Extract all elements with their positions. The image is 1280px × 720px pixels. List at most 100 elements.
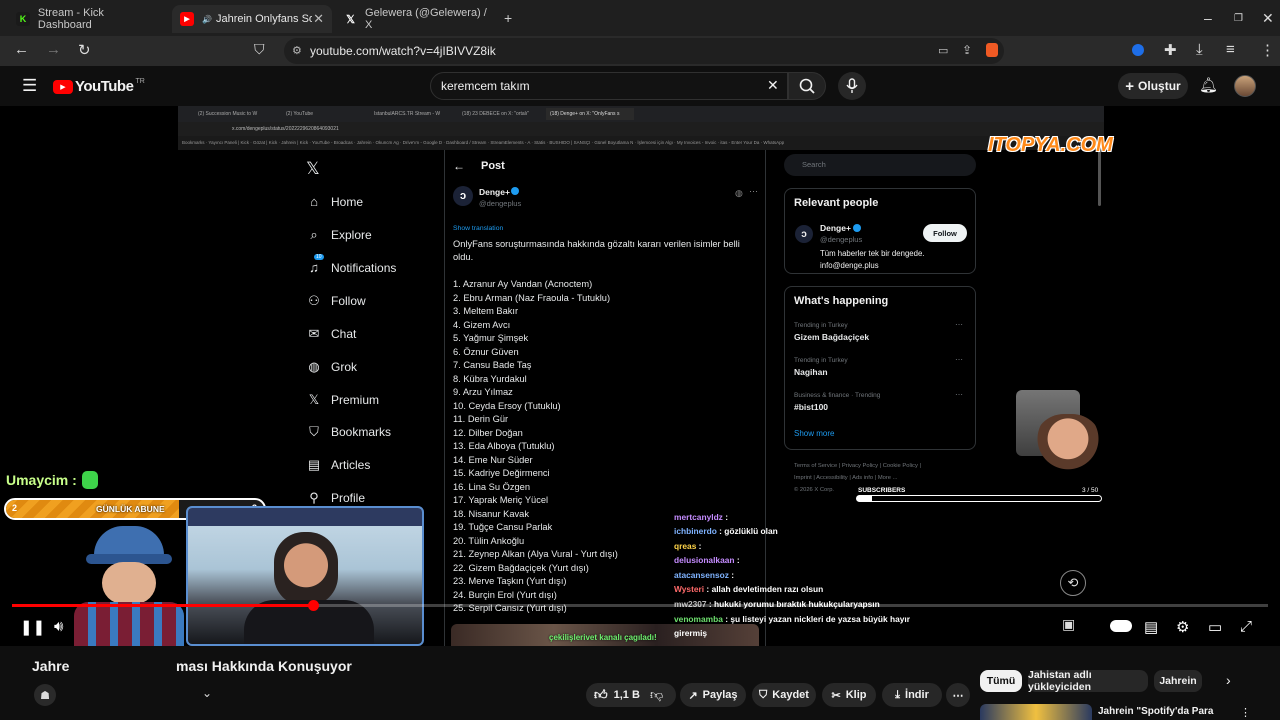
youtube-icon: ▶: [180, 12, 194, 26]
bell-icon: ♫ 10: [309, 254, 324, 275]
channel-avatar[interactable]: ☗: [34, 684, 56, 706]
restore-icon[interactable]: ❐: [1234, 13, 1243, 24]
brave-shield-icon[interactable]: [986, 43, 998, 57]
miniplayer-overlay-icon[interactable]: ⟲: [1060, 570, 1086, 596]
browser-tab-x[interactable]: 𝕏 Gelewera (@Gelewera) / X: [336, 5, 496, 33]
clip-button[interactable]: ✂ Klip: [822, 683, 876, 707]
cast-icon[interactable]: ▭: [938, 44, 948, 57]
chip-all[interactable]: Tümü: [980, 670, 1022, 692]
subscribers-label: SUBSCRIBERS: [858, 487, 906, 494]
whats-happening-card: What's happening Trending in Turkey Gize…: [784, 286, 976, 450]
chip-jahrein[interactable]: Jahrein: [1154, 670, 1202, 692]
x-nav-profile: ⚲ Profile: [306, 490, 365, 506]
post-name-line: 6. Öznur Güven: [453, 346, 519, 357]
save-button[interactable]: ⛉ Kaydet: [752, 683, 816, 707]
volume-icon[interactable]: 🔊︎: [54, 618, 63, 635]
autoplay-toggle[interactable]: [1110, 620, 1132, 632]
footer-link: Terms of Service: [794, 463, 838, 469]
thumbs-down-icon[interactable]: 👎︎: [650, 687, 663, 703]
x-nav-label: Grok: [331, 360, 358, 374]
footer-copyright: © 2026 X Corp.: [794, 487, 835, 493]
chat-separator: :: [704, 584, 712, 594]
more-options-icon: ⋯: [749, 186, 758, 196]
video-progress-bar[interactable]: [12, 600, 1268, 611]
miniplayer-icon[interactable]: ▭: [1208, 618, 1222, 636]
search-button[interactable]: [788, 72, 826, 100]
home-icon: ⌂: [310, 194, 318, 209]
recommended-more-icon[interactable]: ⋮: [1240, 706, 1251, 719]
youtube-logo[interactable]: ▶ YouTube TR: [53, 78, 145, 95]
x-icon: 𝕏: [346, 13, 355, 26]
follow-person-icon: ⚇: [308, 293, 320, 308]
minimize-icon[interactable]: –: [1204, 10, 1212, 26]
download-button[interactable]: ⤓ İndir: [882, 683, 942, 707]
video-player[interactable]: (2) Succession Music to W (2) YouTube Is…: [0, 106, 1280, 646]
extension-icon[interactable]: [1132, 44, 1144, 56]
video-title-left: Jahre: [32, 658, 70, 674]
download-icon[interactable]: ⤓: [1196, 41, 1203, 58]
post-name-line: 18. Nisanur Kavak: [453, 508, 529, 519]
notifications-bell-icon[interactable]: 🔔︎: [1199, 76, 1218, 94]
post-name-line: 21. Zeynep Alkan (Alya Vural - Yurt dışı…: [453, 549, 618, 559]
chips-next-icon[interactable]: ›: [1226, 672, 1231, 688]
more-actions-button[interactable]: ⋯: [946, 683, 970, 707]
trend-more-icon: ⋯: [955, 390, 963, 399]
extensions-puzzle-icon[interactable]: ✚: [1164, 41, 1177, 59]
post-intro-line: oldu.: [453, 252, 474, 262]
settings-gear-icon[interactable]: ⚙: [1176, 618, 1189, 636]
browser-menu-icon[interactable]: ⋮: [1260, 41, 1275, 59]
bookmark-icon[interactable]: ⛉: [254, 41, 265, 58]
inner-address-bar: x.com/dengeplus/status/20222296208640930…: [178, 122, 1104, 136]
subtitles-icon[interactable]: ▤: [1144, 618, 1158, 636]
site-info-icon[interactable]: ⚙: [292, 44, 302, 57]
streamer-mini-avatar: [1034, 414, 1102, 476]
browser-tab-kick[interactable]: K Stream - Kick Dashboard: [8, 5, 168, 33]
x-search-placeholder: Search: [802, 160, 826, 169]
chat-username: venomamba: [674, 614, 723, 624]
recommended-thumbnail[interactable]: [980, 704, 1092, 720]
x-nav-chat: ✉ Chat: [306, 326, 357, 342]
video-info-area: Jahre ması Hakkında Konuşuyor ☗ ⌄ 👍︎ 1,1…: [0, 646, 1280, 720]
articles-icon: ▤: [307, 457, 321, 472]
browser-toolbar: ← → ↻ ⛉ ⚙ youtube.com/watch?v=4jIBIVVZ8i…: [0, 36, 1280, 66]
post-name-line: 10. Ceyda Ersoy (Tutuklu): [453, 400, 561, 411]
voice-search-button[interactable]: [838, 72, 866, 100]
verified-badge-icon: [511, 187, 519, 195]
chat-username: delusionalkaan: [674, 555, 735, 565]
reload-icon[interactable]: ↻: [78, 41, 91, 59]
share-button[interactable]: ↗ Paylaş: [680, 683, 746, 707]
x-nav-label: Notifications: [331, 260, 397, 275]
trend-name: Nagihan: [794, 367, 828, 377]
post-name-line: 16. Lina Su Özgen: [453, 481, 531, 492]
back-icon[interactable]: ←: [14, 41, 29, 58]
media-control-icon[interactable]: ≡: [1226, 41, 1235, 58]
address-bar[interactable]: ⚙ youtube.com/watch?v=4jIBIVVZ8ik ▭ ⇪: [284, 38, 1004, 64]
sub-goal-current: 2: [12, 503, 18, 513]
fullscreen-icon[interactable]: ⤢: [1240, 618, 1252, 635]
avatar[interactable]: [1234, 75, 1256, 97]
clear-search-icon[interactable]: ✕: [767, 77, 779, 94]
forward-icon[interactable]: →: [46, 41, 61, 58]
chip-from-uploader[interactable]: Jahistan adlı yükleyiciden: [1028, 669, 1148, 693]
post-name-line: 22. Gizem Bağdaçiçek (Yurt dışı): [453, 562, 589, 573]
author-name: Denge+: [479, 187, 510, 197]
show-translation-link: Show translation: [453, 225, 504, 232]
trend-more-icon: ⋯: [955, 355, 963, 364]
inner-tab-active: (18) Denge+ on X: "OnlyFans s: [546, 108, 634, 120]
chat-username: atacansensoz: [674, 570, 729, 580]
footer-link: Cookie Policy: [882, 463, 918, 469]
pause-icon[interactable]: ❚❚: [20, 618, 45, 636]
browser-tab-youtube[interactable]: ▶ 🔊 Jahrein Onlyfans Soruşturm ✕: [172, 5, 332, 33]
new-tab-button[interactable]: +: [504, 10, 512, 26]
create-button[interactable]: + Oluştur: [1118, 73, 1188, 99]
recommended-title[interactable]: Jahrein "Spotify'da Para: [1098, 706, 1214, 717]
post-name-line: 19. Tuğçe Cansu Parlak: [453, 522, 553, 532]
post-name-line: 11. Derin Gür: [453, 414, 509, 424]
share-page-icon[interactable]: ⇪: [962, 43, 972, 57]
chevron-down-icon[interactable]: ⌄: [202, 686, 212, 700]
info-card-icon[interactable]: ▣: [1062, 616, 1075, 633]
close-window-icon[interactable]: ✕: [1262, 10, 1274, 27]
close-tab-icon[interactable]: ✕: [313, 11, 324, 27]
search-input[interactable]: keremcem takım ✕: [430, 72, 788, 100]
hamburger-menu-icon[interactable]: ☰: [22, 76, 37, 96]
